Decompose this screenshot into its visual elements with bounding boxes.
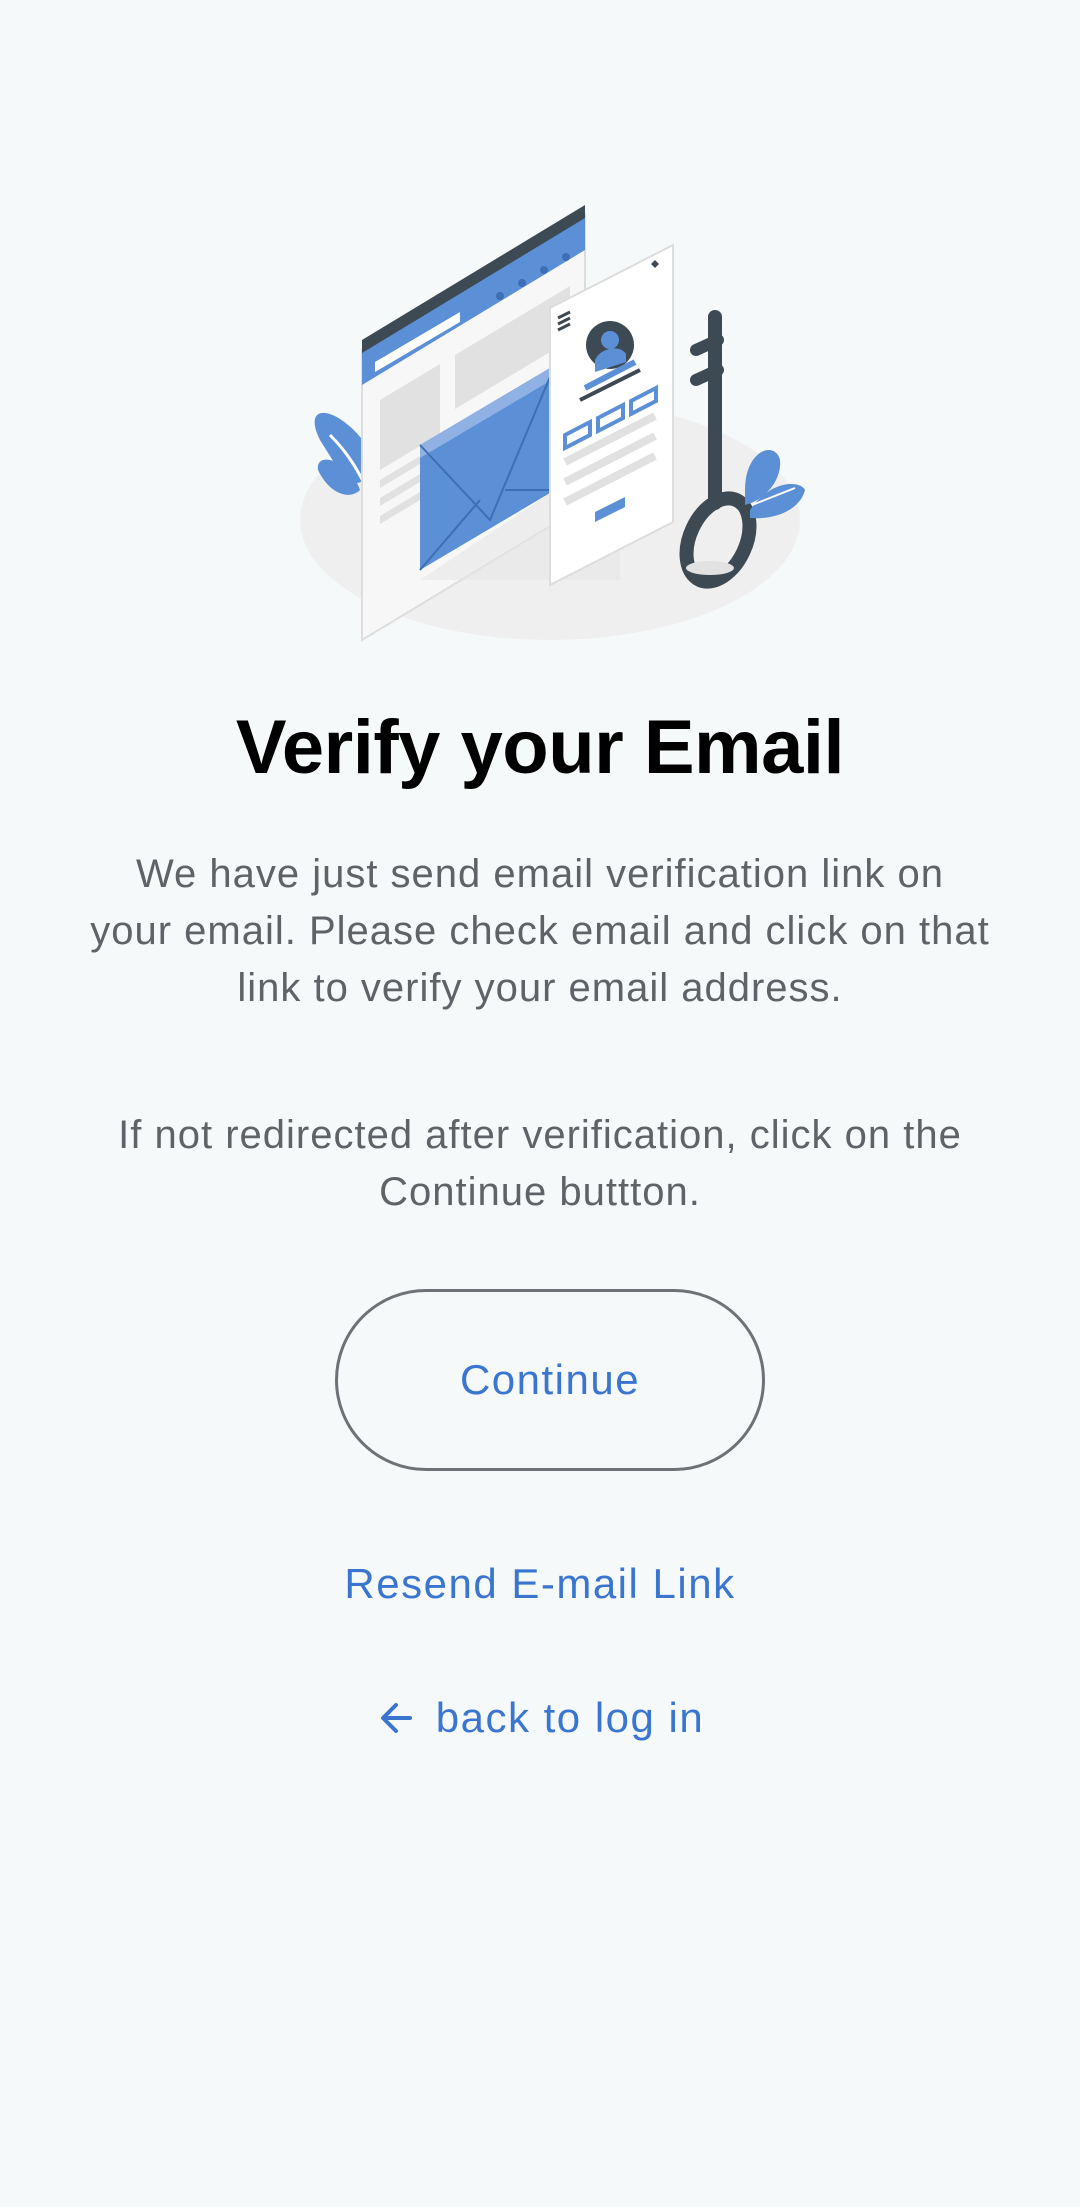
continue-button[interactable]: Continue xyxy=(335,1289,765,1471)
email-verification-illustration xyxy=(290,200,810,660)
redirect-note: If not redirected after verification, cl… xyxy=(118,1113,962,1214)
arrow-left-icon xyxy=(380,1703,412,1733)
page-title: Verify your Email xyxy=(235,705,845,790)
resend-email-link[interactable]: Resend E-mail Link xyxy=(0,1560,1080,1608)
back-to-login-label: back to log in xyxy=(435,1694,705,1741)
verification-description: We have just send email verification lin… xyxy=(90,852,990,1010)
back-to-login-link[interactable]: back to log in xyxy=(0,1694,1080,1742)
